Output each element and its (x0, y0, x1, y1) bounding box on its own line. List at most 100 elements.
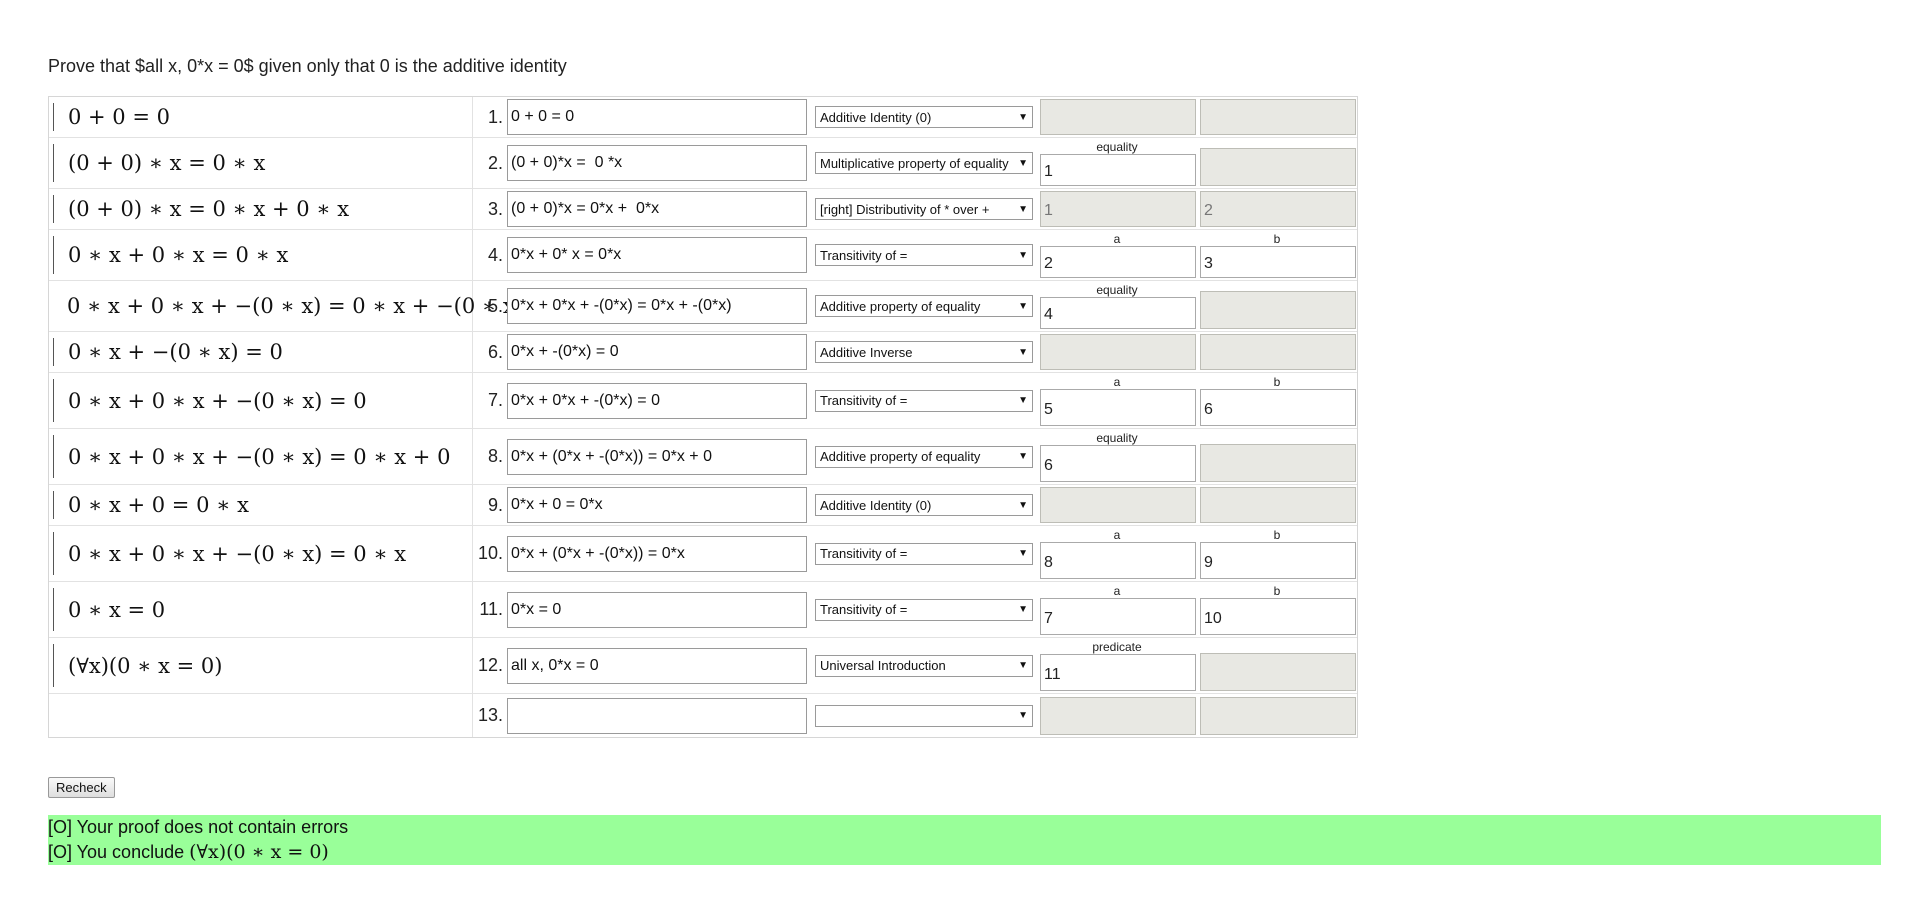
argument-a-input[interactable] (1040, 542, 1196, 579)
chevron-down-icon: ▼ (1018, 157, 1028, 169)
argument-a-cell: a (1037, 230, 1197, 280)
argument-a-input[interactable] (1040, 445, 1196, 482)
rule-select-value: Multiplicative property of equality (820, 155, 1009, 171)
expression-cell (505, 638, 811, 693)
rule-select[interactable]: ▼ (815, 704, 1033, 727)
expression-cell (505, 694, 811, 737)
proof-row: (0 + 0) ∗ x = 0 ∗ x + 0 ∗ x 3. [right] Dis… (49, 189, 1357, 230)
proof-row: 0 ∗ x + 0 ∗ x + −(0 ∗ x) = 0 ∗ x + 0 8. Ad… (49, 429, 1357, 485)
argument-a-label: a (1113, 232, 1121, 246)
argument-a-cell: equality (1037, 281, 1197, 331)
rendered-formula-cell: 0 ∗ x + 0 ∗ x + −(0 ∗ x) = 0 ∗ x + −(0 ∗… (49, 281, 523, 331)
argument-a-label: equality (1096, 431, 1138, 445)
argument-a-input[interactable] (1040, 654, 1196, 691)
rule-select[interactable]: Additive Identity (0) ▼ (815, 494, 1033, 516)
rule-select[interactable]: Additive Identity (0) ▼ (815, 106, 1033, 128)
argument-b-input[interactable] (1200, 246, 1356, 278)
rendered-formula-cell: 0 ∗ x + 0 ∗ x + −(0 ∗ x) = 0 ∗ x + 0 (49, 429, 473, 484)
argument-a-cell: a (1037, 526, 1197, 581)
expression-input[interactable] (507, 145, 807, 181)
chevron-down-icon: ▼ (1018, 451, 1028, 462)
conclusion-formula: (∀x)(0 ∗ x = 0) (189, 841, 329, 863)
expression-input[interactable] (507, 191, 807, 227)
rendered-formula: 0 ∗ x + −(0 ∗ x) = 0 (68, 340, 283, 364)
chevron-down-icon: ▼ (1018, 249, 1028, 261)
rendered-formula-cell (49, 694, 473, 737)
expression-input[interactable] (507, 535, 807, 572)
expression-input[interactable] (507, 99, 807, 135)
argument-a-cell: a (1037, 373, 1197, 428)
rule-select-value: Additive Identity (0) (820, 109, 932, 125)
proof-row: (∀x)(0 ∗ x = 0) 12. Universal Introduction… (49, 638, 1357, 694)
rule-select[interactable]: Transitivity of = ▼ (815, 244, 1033, 266)
rule-cell: Additive Inverse ▼ (811, 332, 1037, 372)
argument-a-cell (1037, 97, 1197, 137)
rendered-formula: (0 + 0) ∗ x = 0 ∗ x (68, 151, 266, 175)
rule-cell: Transitivity of = ▼ (811, 230, 1037, 280)
rule-select[interactable]: Additive property of equality ▼ (815, 295, 1033, 317)
rule-select[interactable]: Additive Inverse ▼ (815, 341, 1033, 363)
rendered-formula-cell: 0 ∗ x + 0 ∗ x = 0 ∗ x (49, 230, 473, 280)
proof-row: (0 + 0) ∗ x = 0 ∗ x 2. Multiplicative prop… (49, 138, 1357, 189)
expression-input[interactable] (507, 438, 807, 475)
expression-input[interactable] (507, 334, 807, 370)
argument-a-cell: equality (1037, 429, 1197, 484)
rule-cell: Additive property of equality ▼ (811, 429, 1037, 484)
rule-select-value: Transitivity of = (820, 602, 908, 617)
expression-cell (505, 526, 811, 581)
argument-a-input[interactable] (1040, 297, 1196, 329)
expression-input[interactable] (507, 591, 807, 628)
rendered-formula-cell: 0 ∗ x + 0 ∗ x + −(0 ∗ x) = 0 (49, 373, 473, 428)
expression-input[interactable] (507, 697, 807, 734)
argument-a-label: equality (1096, 140, 1138, 154)
chevron-down-icon: ▼ (1018, 499, 1028, 511)
rendered-formula: (0 + 0) ∗ x = 0 ∗ x + 0 ∗ x (68, 197, 350, 221)
expression-cell (505, 429, 811, 484)
rule-select[interactable]: [right] Distributivity of * over + ▼ (815, 198, 1033, 220)
rule-cell: Additive property of equality ▼ (811, 281, 1037, 331)
chevron-down-icon: ▼ (1018, 710, 1028, 721)
rule-select[interactable]: Transitivity of = ▼ (815, 598, 1033, 621)
expression-input[interactable] (507, 382, 807, 419)
expression-input[interactable] (507, 487, 807, 523)
rule-select-value: Universal Introduction (820, 658, 946, 673)
rule-select[interactable]: Transitivity of = ▼ (815, 542, 1033, 565)
argument-b-cell (1197, 694, 1357, 737)
expression-input[interactable] (507, 647, 807, 684)
argument-a-label: a (1113, 528, 1121, 542)
rule-select[interactable]: Universal Introduction ▼ (815, 654, 1033, 677)
proof-row: 0 ∗ x + 0 ∗ x + −(0 ∗ x) = 0 ∗ x + −(0 ∗… (49, 281, 1357, 332)
argument-b-label: b (1273, 375, 1281, 389)
result-conclusion: [O] You conclude (∀x)(0 ∗ x = 0) (48, 840, 1881, 865)
argument-b-input (1200, 487, 1356, 523)
chevron-down-icon: ▼ (1018, 111, 1028, 123)
rule-select-value: Transitivity of = (820, 247, 908, 263)
argument-a-cell: predicate (1037, 638, 1197, 693)
rule-cell: Additive Identity (0) ▼ (811, 485, 1037, 525)
rendered-formula: 0 + 0 = 0 (68, 105, 170, 129)
argument-a-input[interactable] (1040, 246, 1196, 278)
rule-select[interactable]: Additive property of equality ▼ (815, 445, 1033, 468)
recheck-button[interactable]: Recheck (48, 777, 115, 798)
argument-a-input[interactable] (1040, 389, 1196, 426)
argument-b-input[interactable] (1200, 598, 1356, 635)
argument-a-input[interactable] (1040, 154, 1196, 186)
expression-input[interactable] (507, 288, 807, 324)
argument-b-cell (1197, 429, 1357, 484)
rule-select[interactable]: Multiplicative property of equality ▼ (815, 152, 1033, 174)
argument-b-input[interactable] (1200, 542, 1356, 579)
argument-a-input[interactable] (1040, 598, 1196, 635)
rendered-formula-cell: 0 + 0 = 0 (49, 97, 473, 137)
argument-a-input (1040, 99, 1196, 135)
expression-input[interactable] (507, 237, 807, 273)
argument-b-input[interactable] (1200, 389, 1356, 426)
argument-b-input (1200, 697, 1356, 735)
rule-select-value: Transitivity of = (820, 393, 908, 408)
rule-cell: Transitivity of = ▼ (811, 373, 1037, 428)
problem-statement: Prove that $all x, 0*x = 0$ given only t… (48, 56, 567, 76)
expression-cell (505, 230, 811, 280)
expression-cell (505, 582, 811, 637)
expression-cell (505, 138, 811, 188)
rule-select[interactable]: Transitivity of = ▼ (815, 389, 1033, 412)
argument-b-input (1200, 99, 1356, 135)
